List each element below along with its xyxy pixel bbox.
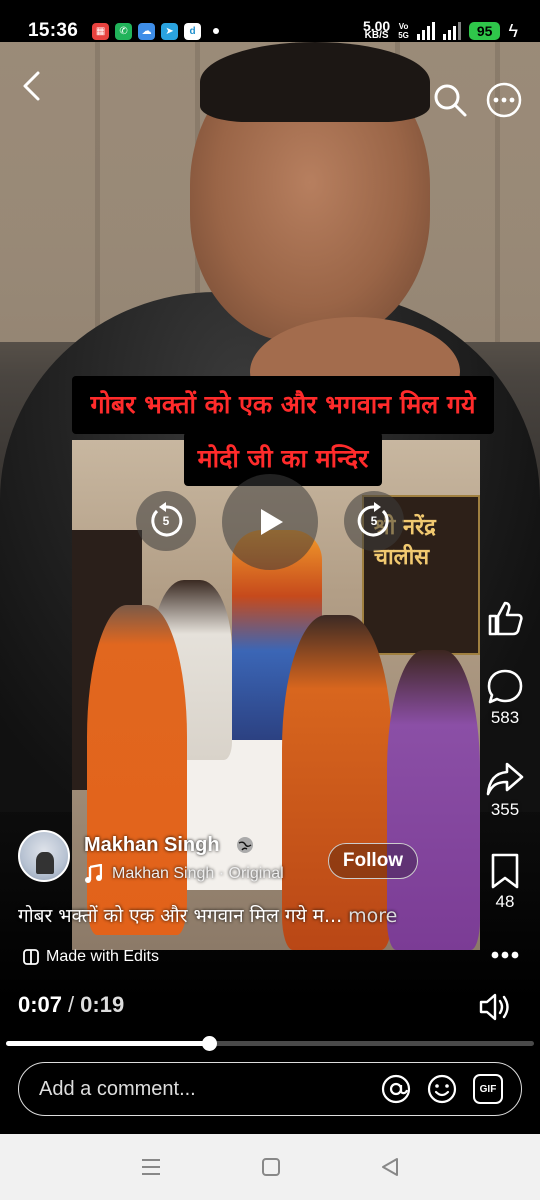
more-horizontal-icon [486, 82, 522, 118]
weather-icon: ☁ [138, 22, 156, 40]
share-icon [486, 762, 524, 796]
progress-handle[interactable] [202, 1036, 217, 1051]
telegram-icon: ➤ [161, 22, 179, 40]
save-count: 48 [495, 892, 515, 911]
emoji-icon[interactable] [427, 1074, 457, 1104]
notification-icons: ▦ ✆ ☁ ➤ d [92, 22, 220, 40]
app-notification-icon: ▦ [92, 22, 110, 40]
more-actions-button[interactable] [476, 940, 534, 970]
more-notifications-dot [213, 28, 220, 34]
comment-icon [487, 669, 523, 704]
back-button[interactable] [12, 66, 52, 106]
play-button[interactable] [222, 474, 318, 570]
comment-input[interactable] [39, 1077, 359, 1101]
comment-button[interactable]: 583 [476, 668, 534, 728]
volume-icon [479, 993, 509, 1021]
current-time: 0:07 [18, 992, 63, 1017]
video-caption-line1: गोबर भक्तों को एक और भगवान मिल गये [72, 376, 494, 434]
made-with-label: Made with Edits [46, 948, 159, 965]
author-row [18, 830, 70, 882]
gif-button[interactable]: GIF [473, 1074, 503, 1104]
net-speed: 5.00 KB/S [362, 18, 391, 41]
description-text: गोबर भक्तों को एक और भगवान मिल गये म... [18, 905, 343, 927]
play-icon [261, 509, 283, 535]
back-triangle-icon[interactable] [379, 1156, 401, 1178]
mention-icon[interactable] [381, 1074, 411, 1104]
comment-box: GIF [18, 1062, 522, 1116]
rewind-button[interactable]: 5 [136, 491, 196, 551]
avatar[interactable] [18, 830, 70, 882]
audio-label: Makhan Singh · Original [112, 865, 284, 882]
volume-button[interactable] [478, 992, 512, 1027]
progress-bar[interactable] [6, 1036, 534, 1051]
search-icon [434, 84, 467, 117]
made-with-edits[interactable]: Made with Edits [22, 948, 159, 966]
time-separator: / [68, 992, 75, 1017]
forward-seconds: 5 [370, 514, 378, 528]
audio-track[interactable]: Makhan Singh · Original [84, 864, 284, 884]
follow-button[interactable]: Follow [328, 843, 418, 879]
recents-menu-icon[interactable] [139, 1157, 163, 1177]
duration: 0:19 [80, 992, 125, 1017]
search-button[interactable] [430, 80, 470, 120]
more-link[interactable]: more [348, 905, 397, 927]
playback-time: 0:07/0:19 [18, 992, 124, 1018]
presenter-hair [200, 42, 430, 122]
comment-count: 583 [490, 708, 520, 727]
like-button[interactable] [476, 600, 534, 638]
thumbs-up-icon [488, 601, 523, 636]
home-icon[interactable] [260, 1156, 282, 1178]
bookmark-icon [491, 853, 519, 889]
share-button[interactable]: 355 [476, 760, 534, 820]
status-time: 15:36 [28, 20, 79, 41]
progress-fill [6, 1041, 209, 1046]
author-name[interactable]: Makhan Singh [84, 834, 220, 857]
battery-indicator: 95 [468, 22, 501, 40]
share-count: 355 [490, 800, 520, 819]
charging-icon: ϟ [508, 20, 518, 41]
system-nav-bar [0, 1134, 540, 1200]
save-button[interactable]: 48 [476, 852, 534, 912]
forward-button[interactable]: 5 [344, 491, 404, 551]
globe-icon [236, 836, 254, 859]
post-description[interactable]: गोबर भक्तों को एक और भगवान मिल गये म... m… [18, 902, 458, 928]
music-note-icon [85, 864, 102, 883]
edits-icon [23, 949, 39, 965]
volte-indicator: Vo 5G [398, 22, 409, 40]
signal-icon-2 [442, 22, 461, 40]
app-icon: d [184, 22, 202, 40]
whatsapp-business-icon: ✆ [115, 22, 133, 40]
signal-icon [416, 22, 435, 40]
more-horizontal-icon [491, 951, 519, 959]
chevron-left-icon [23, 71, 40, 101]
person-saffron-saree [282, 615, 392, 950]
rewind-seconds: 5 [162, 514, 170, 528]
person-orange [87, 605, 187, 935]
more-options-button[interactable] [484, 80, 524, 120]
